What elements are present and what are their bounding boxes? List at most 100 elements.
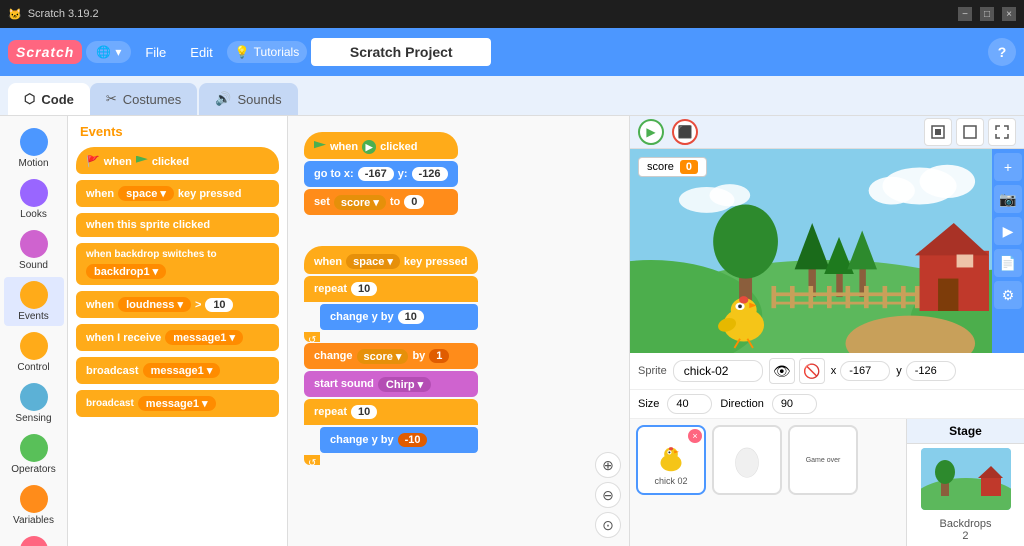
stage-video-button[interactable]: ▶ [994, 217, 1022, 245]
sprite-thumb-chick[interactable]: × chick 02 [636, 425, 706, 495]
zoom-out-button[interactable]: ⊖ [595, 482, 621, 508]
sound-label: Sound [19, 260, 48, 271]
sprite-x-input[interactable] [840, 361, 890, 381]
message-select[interactable]: message1 ▾ [165, 330, 243, 345]
stage-expand-button[interactable]: + [994, 153, 1022, 181]
block-when-key[interactable]: when space ▾ key pressed [76, 180, 279, 207]
sb-repeat-outer-top[interactable]: repeat 10 [304, 276, 478, 302]
sprite-thumb-text[interactable]: Game over [788, 425, 858, 495]
sb-when-space[interactable]: when space ▾ key pressed [304, 246, 478, 274]
minimize-button[interactable]: − [958, 7, 972, 21]
stage-settings-button[interactable]: ⚙ [994, 281, 1022, 309]
sb-y-change-down[interactable]: -10 [398, 433, 428, 447]
block-when-backdrop[interactable]: when backdrop switches to backdrop1 ▾ [76, 243, 279, 285]
sb-set-score[interactable]: set score ▾ to 0 [304, 189, 458, 215]
zoom-fit-button[interactable]: ⊙ [595, 512, 621, 538]
tab-sounds-label: Sounds [237, 92, 281, 107]
sb-repeat-val[interactable]: 10 [351, 282, 377, 296]
broadcast-select[interactable]: message1 ▾ [143, 363, 221, 378]
sprite-thumb-egg[interactable] [712, 425, 782, 495]
show-sprite-button[interactable]: 👁 [769, 358, 795, 384]
blocks-palette: Motion Looks Sound Events Control Sensin… [0, 116, 68, 546]
stop-button[interactable]: ⬛ [672, 119, 698, 145]
sb-score-change-val[interactable]: 1 [429, 349, 449, 363]
green-flag-button[interactable]: ▶ [638, 119, 664, 145]
tab-code[interactable]: ⬡ Code [8, 83, 90, 115]
sprite-label: Sprite [638, 365, 667, 377]
category-variables[interactable]: Variables [4, 481, 64, 530]
sb-sound-select[interactable]: Chirp ▾ [378, 377, 431, 392]
backdrop-select[interactable]: backdrop1 ▾ [86, 264, 166, 279]
sb-y-change-up[interactable]: 10 [398, 310, 424, 324]
block-broadcast-wait[interactable]: broadcast message1 ▾ [76, 390, 279, 417]
sb-x-val[interactable]: -167 [358, 167, 394, 181]
file-menu[interactable]: File [135, 39, 176, 66]
category-sensing[interactable]: Sensing [4, 379, 64, 428]
loudness-select[interactable]: loudness ▾ [118, 297, 191, 312]
code-icon: ⬡ [24, 91, 35, 107]
tab-costumes[interactable]: ✂ Costumes [90, 83, 197, 115]
key-select[interactable]: space ▾ [118, 186, 174, 201]
blocks-area: Events 🚩 when clicked when space ▾ key p… [68, 116, 288, 546]
sb-when-flag[interactable]: when ▶ clicked [304, 132, 458, 159]
sprite-size-input[interactable] [667, 394, 712, 414]
block-when-flag[interactable]: 🚩 when clicked [76, 147, 279, 174]
score-label: score [647, 161, 674, 173]
category-motion[interactable]: Motion [4, 124, 64, 173]
zoom-in-button[interactable]: ⊕ [595, 452, 621, 478]
sensing-dot [20, 383, 48, 411]
maximize-button[interactable]: □ [980, 7, 994, 21]
broadcast-wait-select[interactable]: message1 ▾ [138, 396, 216, 411]
script-group-1: when ▶ clicked go to x: -167 y: -126 set… [304, 132, 458, 216]
sb-y-val[interactable]: -126 [412, 167, 448, 181]
category-operators[interactable]: Operators [4, 430, 64, 479]
sb-change-score[interactable]: change score ▾ by 1 [304, 343, 478, 369]
category-myblocks[interactable]: My Blocks [4, 532, 64, 546]
globe-arrow: ▾ [115, 45, 121, 59]
sprite-y-input[interactable] [906, 361, 956, 381]
sprite-delete-button-chick[interactable]: × [688, 429, 702, 443]
project-title[interactable]: Scratch Project [311, 38, 491, 66]
tutorials-btn[interactable]: 💡 Tutorials [227, 41, 308, 63]
sb-start-sound[interactable]: start sound Chirp ▾ [304, 371, 478, 397]
sprite-name-input[interactable] [673, 360, 763, 382]
category-control[interactable]: Control [4, 328, 64, 377]
help-button[interactable]: ? [988, 38, 1016, 66]
myblocks-dot [20, 536, 48, 546]
stage-thumbnail[interactable] [921, 448, 1011, 510]
sb-score-change-select[interactable]: score ▾ [357, 349, 409, 364]
edit-menu[interactable]: Edit [180, 39, 222, 66]
sb-change-y-up[interactable]: change y by 10 [320, 304, 478, 330]
stage-big-view-button[interactable] [956, 118, 984, 146]
stage-camera-button[interactable]: 📷 [994, 185, 1022, 213]
main-layout: Motion Looks Sound Events Control Sensin… [0, 116, 1024, 546]
sb-repeat-end-bracket: ↺ [304, 332, 320, 342]
sb-space-select[interactable]: space ▾ [346, 254, 400, 269]
sb-score-to-val[interactable]: 0 [404, 195, 424, 209]
stage-normal-view-button[interactable] [924, 118, 952, 146]
block-when-sprite[interactable]: when this sprite clicked [76, 213, 279, 237]
category-sound[interactable]: Sound [4, 226, 64, 275]
block-when-receive[interactable]: when I receive message1 ▾ [76, 324, 279, 351]
globe-menu[interactable]: 🌐 ▾ [86, 41, 131, 63]
category-looks[interactable]: Looks [4, 175, 64, 224]
stage-fullscreen-button[interactable] [988, 118, 1016, 146]
sprite-direction-input[interactable] [772, 394, 817, 414]
category-events[interactable]: Events [4, 277, 64, 326]
close-button[interactable]: × [1002, 7, 1016, 21]
loudness-value[interactable]: 10 [205, 298, 233, 312]
sb-change-y-down[interactable]: change y by -10 [320, 427, 478, 453]
operators-dot [20, 434, 48, 462]
stage-tts-button[interactable]: 📄 [994, 249, 1022, 277]
tab-sounds[interactable]: 🔊 Sounds [199, 83, 297, 115]
tab-costumes-label: Costumes [123, 92, 182, 107]
block-broadcast[interactable]: broadcast message1 ▾ [76, 357, 279, 384]
gameover-thumb-label: Game over [804, 455, 843, 466]
hide-sprite-button[interactable]: 🚫 [799, 358, 825, 384]
sb-repeat-inner-top[interactable]: repeat 10 [304, 399, 478, 425]
sb-repeat-inner-val[interactable]: 10 [351, 405, 377, 419]
block-when-loudness[interactable]: when loudness ▾ > 10 [76, 291, 279, 318]
sb-goto-xy[interactable]: go to x: -167 y: -126 [304, 161, 458, 187]
sb-score-select[interactable]: score ▾ [334, 195, 386, 210]
chick-thumb-icon [650, 434, 692, 476]
